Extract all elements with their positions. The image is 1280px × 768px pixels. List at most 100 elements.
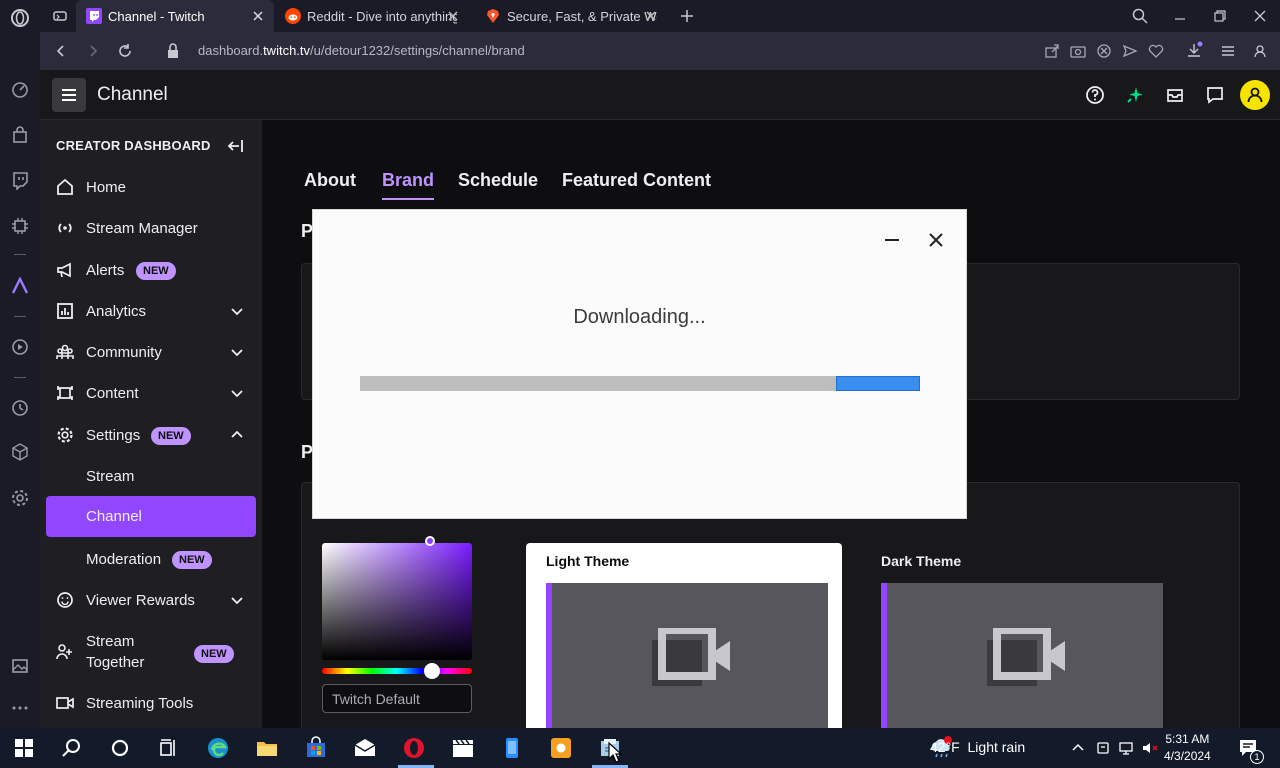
bits-sparkle-icon[interactable]	[1125, 85, 1145, 105]
ai-chip-icon[interactable]	[10, 216, 30, 236]
adblock-icon[interactable]	[1095, 42, 1113, 60]
tab-about[interactable]: About	[304, 170, 356, 191]
send-icon[interactable]	[1121, 42, 1139, 60]
opera-browser-icon[interactable]	[402, 736, 426, 760]
whispers-icon[interactable]	[1205, 85, 1225, 105]
aria-icon[interactable]	[10, 276, 30, 296]
tab-reddit[interactable]: Reddit - Dive into anything	[277, 0, 469, 32]
reload-icon[interactable]	[116, 42, 134, 60]
orange-app-icon[interactable]	[549, 736, 573, 760]
progress-fill	[836, 376, 920, 391]
weather-widget[interactable]: 42°F Light rain	[930, 739, 1025, 755]
system-clock[interactable]: 5:31 AM 4/3/2024	[1164, 731, 1211, 765]
profile-icon[interactable]	[1251, 42, 1269, 60]
edge-icon[interactable]	[206, 736, 230, 760]
tab-brand[interactable]: Brand	[382, 170, 434, 191]
sidebar-item-alerts[interactable]: Alerts NEW	[46, 250, 256, 290]
easy-setup-icon[interactable]	[1219, 42, 1237, 60]
sidebar-item-settings[interactable]: Settings NEW	[46, 415, 256, 455]
tab-twitch[interactable]: Channel - Twitch	[76, 0, 274, 32]
sidebar-item-viewer-rewards[interactable]: Viewer Rewards	[46, 580, 256, 620]
collapse-sidebar-icon[interactable]	[226, 138, 244, 154]
cortana-icon[interactable]	[108, 736, 132, 760]
history-icon[interactable]	[10, 398, 30, 418]
minimize-window-icon[interactable]	[1171, 7, 1189, 25]
user-avatar-icon	[1247, 87, 1263, 103]
close-tab-icon[interactable]	[250, 8, 266, 24]
tab-brave[interactable]: Secure, Fast, & Private Web	[477, 0, 667, 32]
forward-icon[interactable]	[84, 42, 102, 60]
brave-icon	[487, 9, 499, 23]
search-icon[interactable]	[60, 736, 84, 760]
opera-logo-icon[interactable]	[10, 8, 30, 28]
theme-title: Light Theme	[546, 553, 630, 569]
home-icon	[57, 178, 73, 195]
inbox-icon[interactable]	[1165, 85, 1185, 105]
chart-icon	[57, 303, 73, 319]
sidebar-item-community[interactable]: Community	[46, 332, 256, 372]
saturation-picker[interactable]	[322, 543, 472, 660]
tab-featured-content[interactable]: Featured Content	[562, 170, 711, 191]
menu-button[interactable]	[52, 78, 86, 112]
close-tab-icon[interactable]	[643, 8, 659, 24]
gallery-icon[interactable]	[10, 656, 30, 676]
extensions-cube-icon[interactable]	[10, 442, 30, 462]
close-tab-icon[interactable]	[445, 8, 461, 24]
downloads-icon[interactable]	[1185, 41, 1203, 59]
settings-gear-icon[interactable]	[10, 488, 30, 508]
restore-window-icon[interactable]	[1211, 7, 1229, 25]
sidebar-item-home[interactable]: Home	[46, 167, 256, 207]
sidebar-item-label: Stream Manager	[86, 219, 198, 237]
page-title: Channel	[97, 84, 168, 105]
saturation-handle[interactable]	[425, 536, 435, 546]
search-tabs-icon[interactable]	[1131, 7, 1149, 25]
back-icon[interactable]	[52, 42, 70, 60]
device-icon[interactable]	[1095, 740, 1111, 756]
network-icon[interactable]	[1118, 740, 1134, 756]
snapshot-camera-icon[interactable]	[1069, 42, 1087, 60]
sidebar-item-stream[interactable]: Stream	[46, 456, 256, 496]
volume-muted-icon[interactable]	[1141, 740, 1159, 756]
close-window-icon[interactable]	[1251, 7, 1269, 25]
minimize-icon[interactable]	[882, 230, 902, 250]
shopping-bag-icon[interactable]	[10, 125, 30, 145]
hue-slider[interactable]	[322, 668, 472, 674]
lock-icon[interactable]	[165, 42, 181, 60]
url-field[interactable]: dashboard.twitch.tv/u/detour1232/setting…	[198, 43, 525, 58]
color-value-input[interactable]: Twitch Default	[322, 684, 472, 713]
sidebar-item-label: Community	[86, 343, 162, 361]
file-explorer-icon[interactable]	[255, 736, 279, 760]
speed-dial-icon[interactable]	[10, 80, 30, 100]
sidebar-item-stream-manager[interactable]: Stream Manager	[46, 208, 256, 248]
clock-date: 4/3/2024	[1164, 749, 1211, 763]
sidebar-item-analytics[interactable]: Analytics	[46, 291, 256, 331]
heart-icon[interactable]	[1147, 42, 1165, 60]
sidebar-item-streaming-tools[interactable]: Streaming Tools	[46, 683, 256, 723]
mail-icon[interactable]	[353, 736, 377, 760]
close-icon[interactable]	[926, 230, 946, 250]
workspaces-icon[interactable]	[52, 8, 68, 24]
player-icon[interactable]	[10, 337, 30, 357]
new-tab-icon[interactable]	[678, 7, 696, 25]
twitch-sidebar-icon[interactable]	[10, 170, 30, 190]
windows-start-icon[interactable]	[12, 736, 36, 760]
chevron-up-icon[interactable]	[1071, 741, 1085, 755]
sidebar-item-stream-together[interactable]: Stream Together NEW	[46, 625, 256, 679]
sidebar-item-content[interactable]: Content	[46, 373, 256, 413]
tab-label: Secure, Fast, & Private Web	[507, 8, 657, 24]
sidebar-item-moderation[interactable]: Moderation NEW	[46, 539, 256, 579]
tab-schedule[interactable]: Schedule	[458, 170, 538, 191]
twitch-icon	[86, 8, 102, 24]
sidebar-item-channel[interactable]: Channel	[46, 496, 256, 537]
avatar[interactable]	[1240, 80, 1270, 110]
address-bar: dashboard.twitch.tv/u/detour1232/setting…	[40, 32, 1280, 70]
url-prefix: dashboard.	[198, 43, 264, 58]
store-icon[interactable]	[304, 736, 328, 760]
share-icon[interactable]	[1043, 42, 1061, 60]
clapperboard-icon[interactable]	[451, 736, 475, 760]
help-icon[interactable]	[1085, 85, 1105, 105]
task-view-icon[interactable]	[156, 736, 180, 760]
hue-handle[interactable]	[424, 663, 440, 679]
phone-link-icon[interactable]	[500, 736, 524, 760]
more-dots-icon[interactable]	[10, 698, 30, 718]
